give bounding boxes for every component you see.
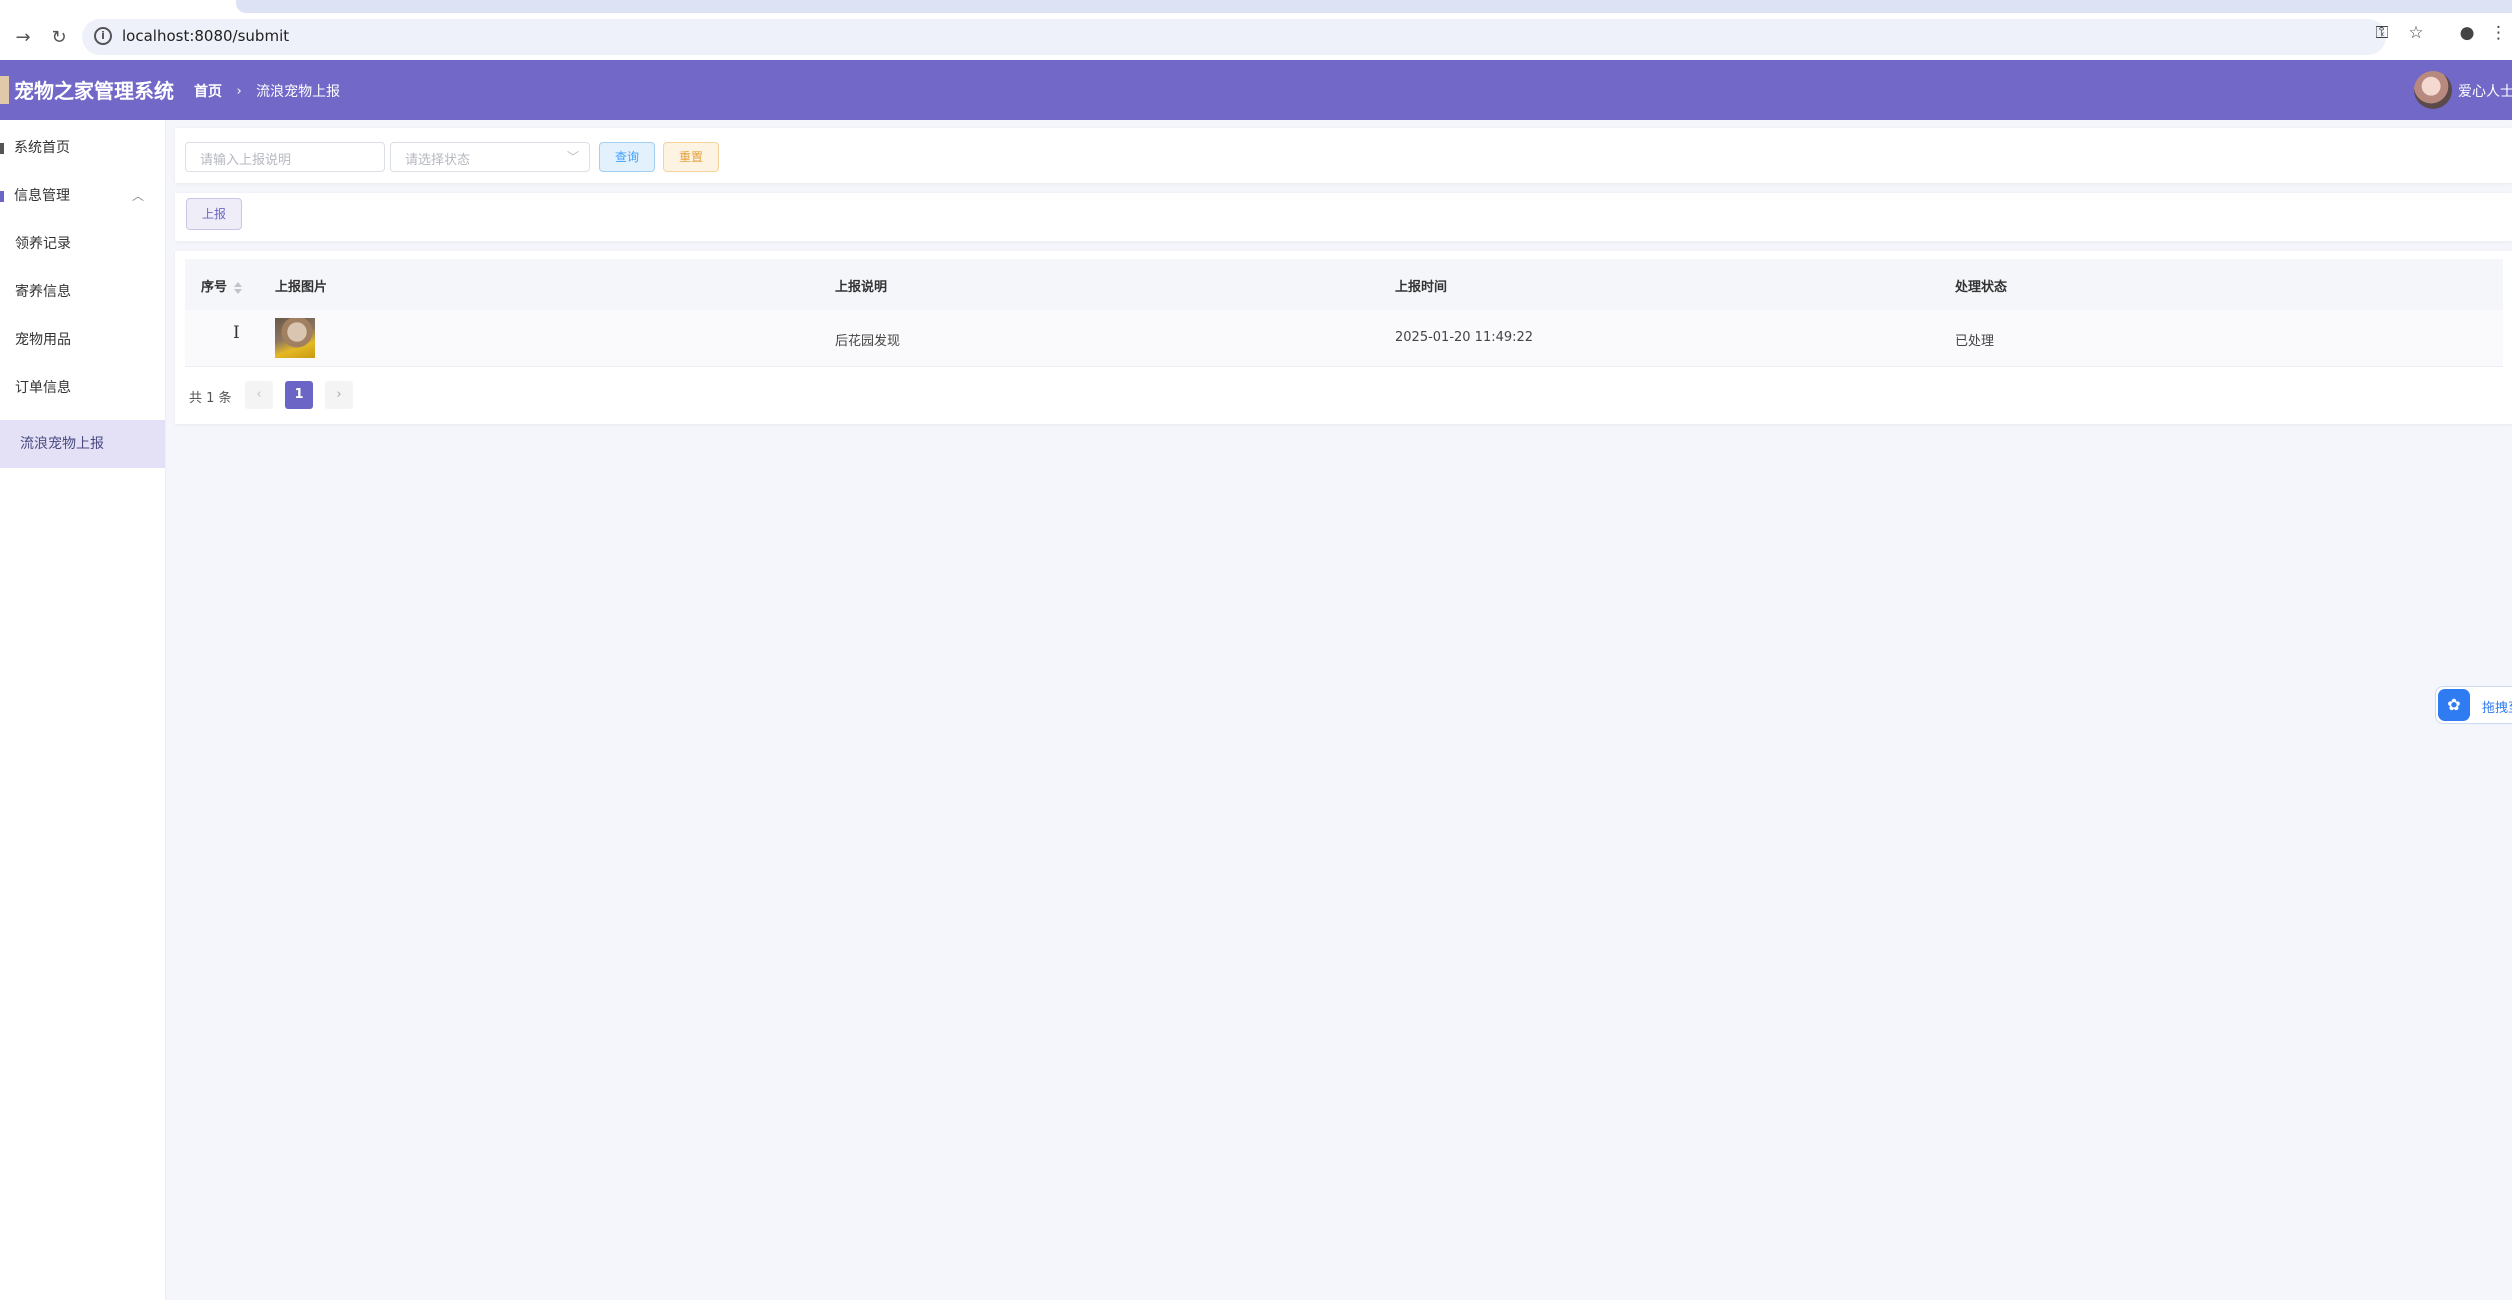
browser-menu-icon[interactable]: ⋮	[2490, 23, 2507, 43]
chevron-up-icon: ︿	[132, 189, 145, 203]
bookmark-star-icon[interactable]: ☆	[2404, 23, 2428, 43]
sidebar-item-label: 系统首页	[14, 140, 70, 156]
sidebar-item-label: 宠物用品	[15, 332, 71, 348]
address-bar[interactable]: i localhost:8080/submit	[82, 19, 2386, 55]
chevron-right-icon: ›	[236, 83, 242, 99]
password-key-icon[interactable]: ⚿	[2370, 23, 2394, 43]
forward-icon[interactable]: →	[8, 22, 38, 52]
floating-widget-label: 拖拽至	[2482, 701, 2512, 716]
row-status: 已处理	[1955, 334, 1995, 349]
sidebar-item-pet-supplies[interactable]: 宠物用品	[0, 316, 165, 364]
user-name[interactable]: 爱心人士	[2458, 81, 2512, 101]
prev-page-button[interactable]: ‹	[245, 381, 273, 409]
pagination-total: 共 1 条	[189, 391, 232, 406]
sidebar-item-stray-pet-report[interactable]: 流浪宠物上报	[0, 420, 165, 468]
column-header-index[interactable]: 序号	[201, 276, 243, 295]
description-search-input[interactable]: 请输入上报说明	[185, 142, 385, 172]
table-header: 序号 上报图片 上报说明 上报时间 处理状态	[185, 259, 2503, 311]
text-cursor-icon: I	[233, 323, 240, 343]
next-page-button[interactable]: ›	[325, 381, 353, 409]
sidebar-item-label: 订单信息	[15, 380, 71, 396]
column-header-description: 上报说明	[835, 280, 888, 295]
column-header-status: 处理状态	[1955, 280, 2008, 295]
page-number-button[interactable]: 1	[285, 381, 313, 409]
avatar[interactable]	[2414, 71, 2452, 109]
breadcrumb-home[interactable]: 首页	[194, 81, 222, 101]
floating-drag-widget[interactable]: ✿ 拖拽至	[2435, 686, 2512, 724]
reset-button[interactable]: 重置	[663, 142, 719, 172]
sidebar-item-foster-info[interactable]: 寄养信息	[0, 268, 165, 316]
browser-tab-area[interactable]	[236, 0, 2512, 13]
sidebar-item-info-management[interactable]: 信息管理 ︿	[0, 172, 165, 220]
action-panel: 上报	[175, 193, 2512, 241]
column-header-label: 序号	[201, 280, 228, 295]
query-button[interactable]: 查询	[599, 142, 655, 172]
sidebar-item-label: 流浪宠物上报	[20, 436, 104, 452]
sidebar-item-home[interactable]: 系统首页	[0, 124, 165, 172]
sidebar-item-label: 信息管理	[14, 188, 70, 204]
sidebar-item-label: 寄养信息	[15, 284, 71, 300]
app-title: 宠物之家管理系统	[14, 79, 174, 103]
description-placeholder: 请输入上报说明	[200, 153, 292, 168]
site-info-icon[interactable]: i	[94, 27, 112, 45]
table-row[interactable]: 1 I 后花园发现 2025-01-20 11:49:22 已处理	[185, 310, 2503, 367]
browser-tabstrip	[0, 0, 2512, 14]
url-text[interactable]: localhost:8080/submit	[122, 27, 289, 45]
app-logo	[0, 76, 9, 104]
sidebar-item-adoption-records[interactable]: 领养记录	[0, 220, 165, 268]
sidebar: 系统首页 信息管理 ︿ 领养记录 寄养信息 宠物用品 订单信息 流浪宠物上报	[0, 120, 166, 1300]
status-placeholder: 请选择状态	[405, 153, 471, 168]
column-header-image: 上报图片	[275, 280, 328, 295]
report-button[interactable]: 上报	[186, 198, 242, 230]
breadcrumb: 首页 › 流浪宠物上报	[194, 81, 340, 101]
table-panel: 序号 上报图片 上报说明 上报时间 处理状态 1 I 后花园发现 2025-01…	[175, 251, 2512, 424]
breadcrumb-current: 流浪宠物上报	[256, 84, 341, 100]
row-description: 后花园发现	[835, 334, 901, 349]
status-select[interactable]: 请选择状态 ﹀	[390, 142, 590, 172]
column-header-time: 上报时间	[1395, 280, 1448, 295]
profile-icon[interactable]: ●	[2455, 23, 2479, 43]
sidebar-item-label: 领养记录	[15, 236, 71, 252]
row-time: 2025-01-20 11:49:22	[1395, 330, 1534, 345]
chevron-down-icon: ﹀	[566, 150, 579, 164]
reload-icon[interactable]: ↻	[44, 22, 74, 52]
cloud-share-icon: ✿	[2438, 689, 2470, 721]
sidebar-item-orders[interactable]: 订单信息	[0, 364, 165, 412]
search-panel: 请输入上报说明 请选择状态 ﹀ 查询 重置	[175, 128, 2512, 183]
app-header: 宠物之家管理系统 首页 › 流浪宠物上报 爱心人士	[0, 60, 2512, 120]
pet-photo-thumbnail[interactable]	[275, 318, 315, 358]
browser-toolbar: → ↻ i localhost:8080/submit ⚿ ☆ ● ⋮	[0, 14, 2512, 60]
menu-icon	[0, 191, 4, 202]
sort-icon[interactable]	[233, 281, 243, 295]
home-icon	[0, 143, 4, 154]
